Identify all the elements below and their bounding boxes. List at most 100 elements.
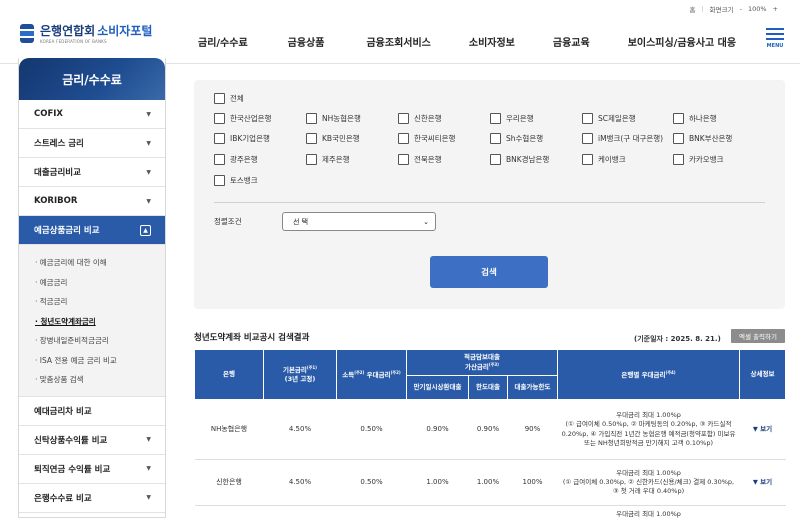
sidebar-item-fee-compare[interactable]: 은행수수료 비교 ▼ (19, 484, 165, 513)
checkbox-bank[interactable]: 우리은행 (490, 113, 534, 124)
checkbox-label: 한국산업은행 (230, 114, 272, 123)
checkbox-bank[interactable]: 제주은행 (306, 154, 350, 165)
checkbox-icon[interactable] (582, 113, 593, 124)
sidebar-item-cofix[interactable]: COFIX ▼ (19, 100, 165, 129)
checkbox-bank[interactable]: 광주은행 (214, 154, 258, 165)
checkbox-bank[interactable]: Sh수협은행 (490, 133, 543, 144)
checkbox-icon[interactable] (306, 133, 317, 144)
checkbox-icon[interactable] (582, 133, 593, 144)
checkbox-bank[interactable]: BNK경남은행 (490, 154, 549, 165)
home-link[interactable]: 홈 (689, 4, 695, 14)
cell-bank-pref: 우대금리 최대 1.00%p (① 급여이체 0.50%p, ② 마케팅동의 0… (557, 399, 740, 460)
checkbox-bank[interactable]: 카카오뱅크 (673, 154, 724, 165)
checkbox-label: 한국씨티은행 (414, 134, 456, 143)
checkbox-icon[interactable] (673, 154, 684, 165)
checkbox-icon[interactable] (214, 133, 225, 144)
submenu-item[interactable]: · 장병내일준비적금금리 (35, 331, 165, 351)
submenu-item-current[interactable]: · 청년도약계좌금리 (35, 312, 165, 332)
submenu-item[interactable]: · 맞춤상품 검색 (35, 370, 165, 390)
sidebar-item-koribor[interactable]: KORIBOR ▼ (19, 187, 165, 216)
results-date: (기준일자 : 2025. 8. 21.) (634, 335, 721, 343)
checkbox-icon[interactable] (214, 175, 225, 186)
nav-voice-phishing[interactable]: 보이스피싱/금융사고 대응 (628, 34, 736, 49)
cell-income-pref: 0.50% (336, 399, 407, 460)
nav-rates-fees[interactable]: 금리/수수료 (198, 34, 248, 49)
results-title: 청년도약계좌 비교공시 검색결과 (194, 333, 310, 343)
checkbox-icon[interactable] (582, 154, 593, 165)
checkbox-label: SC제일은행 (598, 114, 636, 123)
zoom-out-button[interactable]: - (740, 5, 742, 13)
table-row: 신한은행 4.50% 0.50% 1.00% 1.00% 100% 우대금리 최… (194, 459, 786, 506)
checkbox-icon[interactable] (306, 113, 317, 124)
checkbox-bank[interactable]: iM뱅크(구 대구은행) (582, 133, 663, 144)
checkbox-label: BNK경남은행 (506, 155, 550, 164)
checkbox-all[interactable]: 전체 (214, 93, 244, 104)
chevron-down-icon: ⌄ (423, 217, 429, 226)
checkbox-label: 우리은행 (506, 114, 534, 123)
checkbox-bank[interactable]: 신한은행 (398, 113, 442, 124)
chevron-down-icon: ▼ (146, 465, 151, 472)
checkbox-icon[interactable] (398, 154, 409, 165)
checkbox-icon[interactable] (490, 154, 501, 165)
checkbox-icon[interactable] (490, 113, 501, 124)
checkbox-icon[interactable] (490, 133, 501, 144)
checkbox-icon[interactable] (673, 113, 684, 124)
sidebar-submenu: · 예금금리에 대한 이해 · 예금금리 · 적금금리 · 청년도약계좌금리 ·… (19, 245, 165, 397)
checkbox-bank[interactable]: 토스뱅크 (214, 175, 258, 186)
checkbox-icon[interactable] (306, 154, 317, 165)
sidebar-item-stress-rate[interactable]: 스트레스 금리 ▼ (19, 129, 165, 158)
submenu-item[interactable]: · ISA 전용 예금 금리 비교 (35, 351, 165, 371)
checkbox-icon[interactable] (214, 93, 225, 104)
checkbox-icon[interactable] (214, 113, 225, 124)
sidebar-item-pension-compare[interactable]: 퇴직연금 수익률 비교 ▼ (19, 455, 165, 484)
cell-bank-pref: 우대금리 최대 1.00%p (① 급여이체 0.30%p, ② 신한카드(신용… (557, 459, 740, 506)
checkbox-icon[interactable] (673, 133, 684, 144)
sort-select[interactable]: 선 택 ⌄ (282, 212, 436, 231)
checkbox-icon[interactable] (398, 133, 409, 144)
sidebar-item-margin-compare[interactable]: 예대금리차 비교 (19, 397, 165, 426)
checkbox-bank[interactable]: 케이뱅크 (582, 154, 626, 165)
nav-financial-education[interactable]: 금융교육 (553, 34, 590, 49)
cell-base-rate: 4.50% (263, 399, 337, 460)
checkbox-bank[interactable]: 전북은행 (398, 154, 442, 165)
checkbox-bank[interactable]: 하나은행 (673, 113, 717, 124)
checkbox-bank[interactable]: IBK기업은행 (214, 133, 270, 144)
filter-divider (214, 202, 765, 203)
checkbox-bank[interactable]: SC제일은행 (582, 113, 636, 124)
checkbox-label: 광주은행 (230, 155, 258, 164)
menu-button[interactable]: MENU (766, 28, 784, 49)
checkbox-icon[interactable] (214, 154, 225, 165)
checkbox-label: 하나은행 (689, 114, 717, 123)
submenu-item[interactable]: · 적금금리 (35, 292, 165, 312)
checkbox-icon[interactable] (398, 113, 409, 124)
checkbox-label: 케이뱅크 (598, 155, 626, 164)
checkbox-bank[interactable]: 한국씨티은행 (398, 133, 455, 144)
checkbox-bank[interactable]: KB국민은행 (306, 133, 360, 144)
checkbox-label: 신한은행 (414, 114, 442, 123)
zoom-value: 100% (747, 5, 767, 13)
submenu-item[interactable]: · 예금금리에 대한 이해 (35, 253, 165, 273)
detail-toggle-button[interactable]: ▼ 보기 (739, 459, 786, 506)
col-header-bank-pref: 은행별 우대금리(주4) (557, 349, 740, 400)
zoom-in-button[interactable]: + (773, 5, 778, 13)
checkbox-bank[interactable]: BNK부산은행 (673, 133, 732, 144)
hamburger-icon (766, 28, 784, 30)
nav-inquiry-service[interactable]: 금융조회서비스 (366, 34, 430, 49)
search-button[interactable]: 검색 (430, 256, 548, 288)
submenu-item[interactable]: · 예금금리 (35, 273, 165, 293)
sidebar-item-trust-compare[interactable]: 신탁상품수익률 비교 ▼ (19, 426, 165, 455)
sidebar: 금리/수수료 COFIX ▼ 스트레스 금리 ▼ 대출금리비교 ▼ KORIBOR ▼ … (18, 58, 166, 518)
sidebar-item-loan-compare[interactable]: 대출금리비교 ▼ (19, 158, 165, 187)
nav-consumer-info[interactable]: 소비자정보 (469, 34, 515, 49)
col-header-lump-loan: 만기일시상환대출 (406, 375, 469, 400)
excel-export-button[interactable]: 엑셀 출력하기 (731, 329, 785, 343)
chevron-up-icon[interactable]: ▲ (140, 224, 151, 236)
nav-financial-products[interactable]: 금융상품 (288, 34, 325, 49)
cell-lump-loan: 1.00% (406, 459, 469, 506)
checkbox-bank[interactable]: 한국산업은행 (214, 113, 271, 124)
checkbox-bank[interactable]: NH농협은행 (306, 113, 361, 124)
sort-label: 정렬조건 (214, 217, 242, 226)
site-logo[interactable]: 은행연합회 소비자포털 KOREA FEDERATION OF BANKS (18, 22, 152, 44)
sidebar-item-deposit-compare[interactable]: 예금상품금리 비교 ▲ (19, 216, 165, 245)
detail-toggle-button[interactable]: ▼ 보기 (739, 399, 786, 460)
